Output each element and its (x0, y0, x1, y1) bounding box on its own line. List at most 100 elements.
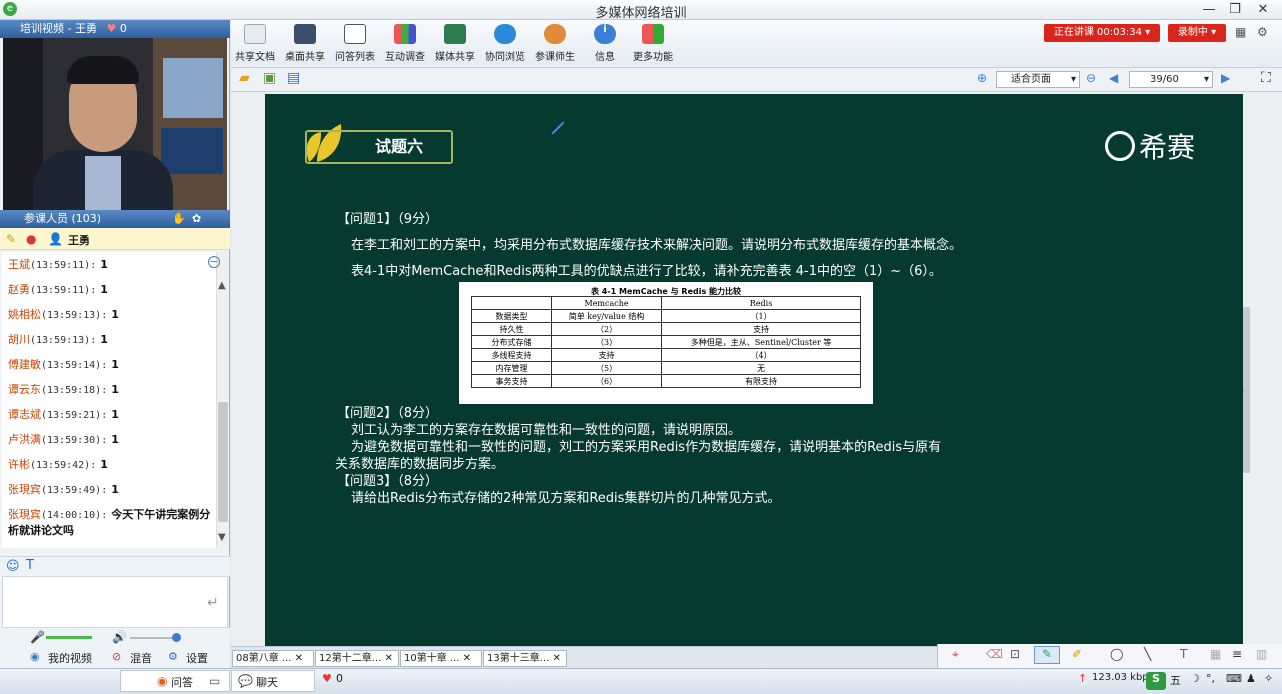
fullscreen-icon[interactable]: ⛶ (1261, 70, 1271, 86)
doc-tab[interactable]: 10第十章 ... ✕ (400, 650, 482, 667)
fit-page-select[interactable]: 适合页面 ▾ (996, 71, 1080, 88)
tool-info[interactable]: i 信息 (581, 24, 629, 63)
tool-label: 桌面共享 (285, 52, 325, 63)
speaker-icon[interactable]: 🔊 (112, 630, 127, 644)
person-icon[interactable]: ♟ (1246, 672, 1256, 685)
table-row: Memcache Redis (471, 296, 861, 310)
camera-icon[interactable]: ◉ (30, 650, 40, 663)
menu-icon[interactable]: ≡ (1232, 647, 1242, 661)
page-select[interactable]: 39/60 ▾ (1129, 71, 1213, 88)
pen-cursor-icon (551, 121, 565, 135)
grid-tool-icon[interactable]: ▦ (1210, 647, 1221, 661)
record-icon[interactable]: ● (26, 232, 36, 246)
scroll-thumb[interactable] (218, 402, 228, 522)
mix-label[interactable]: 混音 (130, 650, 152, 666)
gear-icon[interactable]: ⚙ (1257, 25, 1268, 39)
minimize-button[interactable]: — (1196, 0, 1222, 19)
chat-message: 胡川(13:59:13): 1 (8, 331, 212, 347)
mix-icon[interactable]: ⊘ (112, 650, 121, 663)
settings-label[interactable]: 设置 (186, 650, 208, 666)
live-status-button[interactable]: 正在讲课 00:03:34 ▾ (1044, 24, 1160, 42)
zoom-in-icon[interactable]: ⊕ (977, 71, 987, 85)
eraser-icon[interactable]: ⌫ (986, 647, 1003, 661)
participant-row[interactable]: ✎ ● 👤 王勇 (0, 228, 230, 250)
volume-slider[interactable] (130, 637, 176, 639)
wrench-icon[interactable]: ✧ (1264, 672, 1273, 685)
settings-icon[interactable]: ⚙ (168, 650, 178, 663)
pen-icon[interactable]: ✎ (6, 232, 16, 246)
qa-button[interactable]: ◉ 问答 ▭ (120, 670, 230, 692)
window-title: 多媒体网络培训 (595, 6, 687, 21)
zoom-out-icon[interactable]: ⊖ (1086, 71, 1096, 85)
tool-more[interactable]: 更多功能 (629, 24, 677, 63)
my-video-label[interactable]: 我的视频 (48, 650, 92, 666)
chat-scrollbar[interactable]: ▲ ▼ (216, 252, 228, 548)
mic-icon[interactable]: 🎤 (30, 630, 45, 644)
chat-message: 赵勇(13:59:11): 1 (8, 281, 212, 297)
circle-icon[interactable]: ◯ (1110, 647, 1123, 661)
doc-tab-label: 12第十二章... (319, 653, 382, 664)
open-folder-icon[interactable]: ▰ (239, 70, 250, 86)
line-icon[interactable]: ╲ (1144, 647, 1151, 661)
emoji-icon[interactable]: ☺ (6, 559, 20, 574)
layout-icon[interactable]: ▦ (1235, 25, 1246, 39)
raise-hand-icon[interactable]: ✋ (172, 210, 186, 228)
select-icon[interactable]: ⊡ (1010, 647, 1020, 661)
document-stage: ‹ › 试题六 希赛 【问题1】（9分） 在李工和刘工的方案中，均采用分布式数据… (231, 92, 1282, 646)
doc-tab[interactable]: 13第十三章... ✕ (483, 650, 567, 667)
tool-share-doc[interactable]: 共享文档 (231, 24, 279, 63)
tool-media-share[interactable]: 媒体共享 (431, 24, 479, 63)
tool-label: 问答列表 (335, 52, 375, 63)
prev-page-icon[interactable]: ◀ (1109, 71, 1118, 85)
close-icon[interactable]: ✕ (384, 653, 392, 664)
doc-tab-label: 08第八章 ... (236, 653, 292, 664)
gift-icon[interactable]: ✿ (192, 210, 201, 228)
ime-mode[interactable]: 五 (1170, 672, 1181, 688)
close-icon[interactable]: ✕ (552, 653, 560, 664)
font-icon[interactable]: T (26, 558, 34, 573)
doc-tab-label: 13第十三章... (487, 653, 550, 664)
export-icon[interactable]: ▤ (287, 70, 300, 86)
next-page-icon[interactable]: ▶ (1221, 71, 1230, 85)
close-icon[interactable]: ✕ (463, 653, 471, 664)
scroll-up-icon[interactable]: ▲ (218, 280, 226, 291)
ime-logo-icon[interactable]: S (1146, 672, 1166, 690)
people-icon (544, 24, 566, 44)
pointer-icon[interactable]: ⌖ (952, 647, 959, 662)
keyboard-icon[interactable]: ⌨ (1226, 672, 1242, 685)
mic-level[interactable] (46, 636, 92, 639)
minimize-icon[interactable]: ▭ (209, 674, 220, 688)
table-cell: Memcache (550, 296, 663, 310)
q1-line1: 在李工和刘工的方案中，均采用分布式数据库缓存技术来解决问题。请说明分布式数据库缓… (351, 238, 963, 253)
close-icon[interactable]: ✕ (295, 653, 303, 664)
tool-co-browse[interactable]: 协同浏览 (481, 24, 529, 63)
highlighter-icon[interactable]: ✐ (1072, 647, 1082, 661)
clear-icon[interactable]: ▥ (1256, 647, 1267, 661)
chat-input[interactable]: ↵ (2, 576, 228, 628)
close-button[interactable]: ✕ (1250, 0, 1276, 19)
q1-line2: 表4-1中对MemCache和Redis两种工具的优缺点进行了比较，请补充完善表… (351, 264, 942, 279)
doc-tab[interactable]: 12第十二章... ✕ (315, 650, 399, 667)
chat-text: 1 (111, 308, 119, 321)
table-row: 内存管理 （5）无 (471, 361, 861, 375)
moon-icon[interactable]: ☽ (1190, 672, 1200, 685)
text-tool-icon[interactable]: T (1180, 647, 1187, 661)
tool-desktop-share[interactable]: 桌面共享 (281, 24, 329, 63)
doc-tab[interactable]: 08第八章 ... ✕ (232, 650, 314, 667)
collapse-icon[interactable]: − (208, 256, 220, 268)
volume-knob[interactable] (172, 633, 181, 642)
tool-qa-list[interactable]: 问答列表 (331, 24, 379, 63)
send-icon[interactable]: ↵ (207, 595, 219, 611)
table-cell: 支持 (661, 322, 861, 336)
chat-list: 王斌(13:59:11): 1 赵勇(13:59:11): 1 姚相松(13:59:13… (2, 252, 216, 548)
tool-survey[interactable]: 互动调查 (381, 24, 429, 63)
table-cell: 事务支持 (471, 374, 552, 388)
tool-participants[interactable]: 参课师生 (531, 24, 579, 63)
maximize-button[interactable]: ❐ (1222, 0, 1248, 19)
punct-icon[interactable]: °, (1206, 672, 1215, 685)
scroll-down-icon[interactable]: ▼ (218, 532, 226, 543)
add-doc-icon[interactable]: ▣ (263, 70, 276, 86)
chat-button[interactable]: 💬 聊天 (231, 670, 315, 692)
record-status-button[interactable]: 录制中 ▾ (1168, 24, 1226, 42)
pen-tool-icon[interactable]: ✎ (1034, 646, 1060, 664)
